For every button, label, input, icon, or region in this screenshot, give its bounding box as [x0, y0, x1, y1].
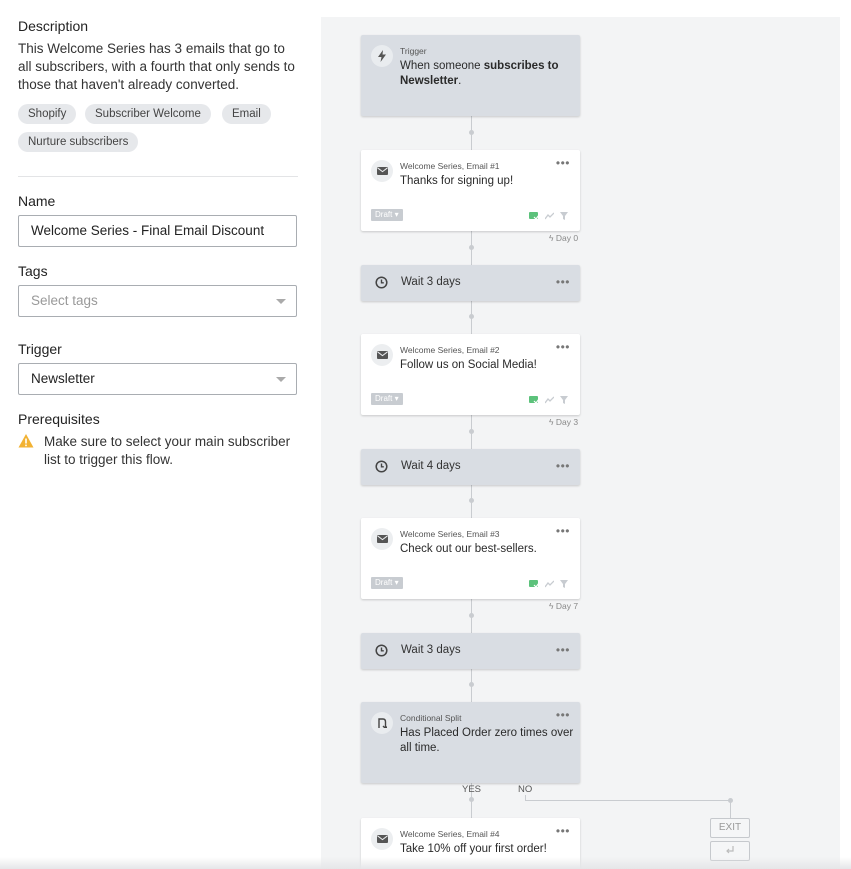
- clock-icon: [375, 644, 388, 657]
- more-options-icon[interactable]: •••: [556, 643, 570, 657]
- envelope-icon: [371, 528, 393, 550]
- email-card-1[interactable]: Welcome Series, Email #1 Thanks for sign…: [361, 150, 580, 231]
- tags-label: Tags: [18, 263, 48, 279]
- tag-pill-shopify: Shopify: [18, 104, 77, 124]
- connector-dot: [469, 498, 474, 503]
- connector-dot: [469, 429, 474, 434]
- trigger-select[interactable]: Newsletter: [18, 363, 297, 395]
- draft-status-dropdown[interactable]: Draft ▾: [371, 209, 403, 221]
- tag-pill-nurture-subscribers: Nurture subscribers: [18, 132, 139, 152]
- name-label: Name: [18, 193, 56, 209]
- tags-select[interactable]: Select tags: [18, 285, 297, 317]
- wait-label: Wait 3 days: [401, 644, 461, 656]
- day-marker: ϟ Day 7: [549, 601, 579, 611]
- description-heading: Description: [18, 18, 89, 34]
- envelope-icon: [371, 344, 393, 366]
- email-small-label: Welcome Series, Email #4: [400, 829, 500, 839]
- wait-step-2[interactable]: Wait 4 days •••: [361, 449, 580, 485]
- chevron-down-icon: [276, 299, 286, 304]
- more-options-icon[interactable]: •••: [556, 824, 570, 838]
- tag-pill-subscriber-welcome: Subscriber Welcome: [85, 104, 211, 124]
- split-icon: [371, 712, 393, 734]
- more-options-icon[interactable]: •••: [556, 708, 570, 722]
- envelope-icon: [371, 160, 393, 182]
- connector-dot: [469, 130, 474, 135]
- email-metrics: [529, 396, 568, 404]
- trend-icon: [545, 212, 554, 220]
- yes-branch-label: YES: [462, 784, 482, 795]
- email-card-2[interactable]: Welcome Series, Email #2 Follow us on So…: [361, 334, 580, 415]
- email-card-3[interactable]: Welcome Series, Email #3 Check out our b…: [361, 518, 580, 599]
- connector-dot: [469, 245, 474, 250]
- trigger-value: Newsletter: [31, 371, 95, 386]
- day-marker: ϟ Day 0: [549, 233, 579, 243]
- description-text: This Welcome Series has 3 emails that go…: [18, 41, 295, 92]
- more-options-icon[interactable]: •••: [556, 524, 570, 538]
- draft-status-dropdown[interactable]: Draft ▾: [371, 393, 403, 405]
- trend-icon: [545, 580, 554, 588]
- email-check-icon: [529, 580, 539, 588]
- exit-node[interactable]: EXIT: [710, 818, 750, 838]
- clock-icon: [375, 276, 388, 289]
- warning-icon: [18, 434, 34, 448]
- no-branch-label: NO: [518, 784, 533, 795]
- email-small-label: Welcome Series, Email #2: [400, 345, 500, 355]
- email-small-label: Welcome Series, Email #1: [400, 161, 500, 171]
- email-metrics: [529, 580, 568, 588]
- email-metrics: [529, 212, 568, 220]
- wait-step-1[interactable]: Wait 3 days •••: [361, 265, 580, 301]
- split-condition: Has Placed Order zero times over all tim…: [400, 727, 574, 754]
- split-small-label: Conditional Split: [400, 713, 462, 723]
- connector-dot: [469, 613, 474, 618]
- more-options-icon[interactable]: •••: [556, 275, 570, 289]
- email-small-label: Welcome Series, Email #3: [400, 529, 500, 539]
- filter-icon: [560, 580, 568, 588]
- more-options-icon[interactable]: •••: [556, 459, 570, 473]
- filter-icon: [560, 396, 568, 404]
- bottom-shadow: [0, 857, 851, 869]
- connector-dot: [469, 797, 474, 802]
- trigger-card[interactable]: Trigger When someone subscribes to Newsl…: [361, 35, 580, 116]
- lightning-icon: [371, 45, 393, 67]
- flow-canvas[interactable]: Trigger When someone subscribes to Newsl…: [321, 17, 840, 869]
- email-subject: Take 10% off your first order!: [400, 843, 547, 855]
- email-subject: Check out our best-sellers.: [400, 543, 537, 555]
- flow-name-value: Welcome Series - Final Email Discount: [31, 223, 265, 238]
- trigger-small-label: Trigger: [400, 46, 427, 56]
- envelope-icon: [371, 828, 393, 850]
- email-check-icon: [529, 212, 539, 220]
- chevron-down-icon: [276, 377, 286, 382]
- email-check-icon: [529, 396, 539, 404]
- clock-icon: [375, 460, 388, 473]
- trend-icon: [545, 396, 554, 404]
- conditional-split-card[interactable]: Conditional Split Has Placed Order zero …: [361, 702, 580, 783]
- tags-placeholder: Select tags: [31, 293, 98, 308]
- wait-step-3[interactable]: Wait 3 days •••: [361, 633, 580, 669]
- wait-label: Wait 4 days: [401, 460, 461, 472]
- connector-dot: [469, 682, 474, 687]
- prerequisites-label: Prerequisites: [18, 411, 100, 427]
- flow-name-input[interactable]: Welcome Series - Final Email Discount: [18, 215, 297, 247]
- trigger-label: Trigger: [18, 341, 62, 357]
- connector-dot: [469, 314, 474, 319]
- prerequisites-text: Make sure to select your main subscriber…: [44, 434, 291, 467]
- email-subject: Follow us on Social Media!: [400, 359, 537, 371]
- day-marker: ϟ Day 3: [549, 417, 579, 427]
- email-subject: Thanks for signing up!: [400, 175, 514, 187]
- wait-label: Wait 3 days: [401, 276, 461, 288]
- section-divider: [18, 176, 298, 177]
- more-options-icon[interactable]: •••: [556, 156, 570, 170]
- trigger-description: When someone subscribes to Newsletter.: [400, 60, 559, 87]
- connector-dot: [728, 798, 733, 803]
- filter-icon: [560, 212, 568, 220]
- tag-pill-email: Email: [222, 104, 271, 124]
- no-branch-line: [525, 800, 731, 801]
- more-options-icon[interactable]: •••: [556, 340, 570, 354]
- return-arrow-icon: [726, 846, 734, 854]
- draft-status-dropdown[interactable]: Draft ▾: [371, 577, 403, 589]
